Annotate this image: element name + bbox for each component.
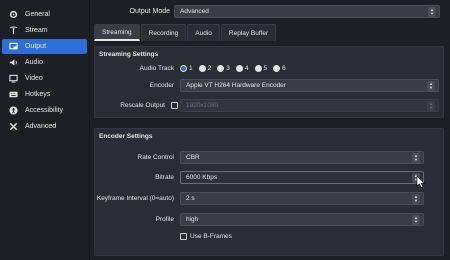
sidebar-item-label: General bbox=[25, 11, 50, 18]
output-mode-value: Advanced bbox=[180, 8, 209, 15]
select-arrows-icon: ▲ ▼ bbox=[427, 81, 435, 91]
sidebar-item-label: Advanced bbox=[25, 123, 57, 130]
b-frames-checkbox[interactable] bbox=[180, 233, 187, 240]
profile-value: high bbox=[186, 216, 199, 223]
encoder-row: Encoder Apple VT H264 Hardware Encoder ▲… bbox=[95, 79, 445, 92]
settings-sidebar: General Stream Output Audio Video Hotkey… bbox=[0, 0, 90, 260]
output-tabs: Streaming Recording Audio Replay Buffer bbox=[94, 24, 277, 41]
sidebar-item-label: Video bbox=[25, 75, 43, 82]
bitrate-value: 6000 Kbps bbox=[186, 174, 218, 181]
monitor-icon bbox=[8, 42, 19, 51]
profile-label: Profile bbox=[155, 216, 174, 223]
encoder-select[interactable]: Apple VT H264 Hardware Encoder ▲ ▼ bbox=[180, 79, 439, 92]
sidebar-item-general[interactable]: General bbox=[2, 7, 87, 22]
audio-track-radio-1[interactable]: 1 bbox=[180, 65, 193, 72]
output-settings-panel: Output Mode Advanced ▲ ▼ Streaming Record… bbox=[90, 0, 450, 260]
b-frames-row: Use B-Frames bbox=[95, 230, 445, 243]
tools-icon bbox=[8, 122, 19, 131]
audio-track-radio-6[interactable]: 6 bbox=[273, 65, 286, 72]
audio-track-radio-2[interactable]: 2 bbox=[198, 65, 211, 72]
encoder-settings-group: Encoder Settings Rate Control CBR ▲ ▼ Bit… bbox=[94, 128, 444, 256]
audio-track-radio-3[interactable]: 3 bbox=[217, 65, 230, 72]
antenna-icon bbox=[8, 26, 19, 35]
b-frames-option[interactable]: Use B-Frames bbox=[180, 233, 232, 240]
sidebar-item-audio[interactable]: Audio bbox=[2, 55, 87, 70]
output-mode-select[interactable]: Advanced ▲ ▼ bbox=[174, 5, 440, 18]
sidebar-item-stream[interactable]: Stream bbox=[2, 23, 87, 38]
tab-recording[interactable]: Recording bbox=[140, 24, 187, 41]
encoder-settings-title: Encoder Settings bbox=[99, 133, 153, 140]
sidebar-item-label: Stream bbox=[25, 27, 48, 34]
keyframe-interval-row: Keyframe Interval (0=auto) 2 s ▲ ▼ bbox=[95, 192, 445, 205]
keyframe-interval-spinbox[interactable]: 2 s ▲ ▼ bbox=[180, 192, 424, 205]
sidebar-item-accessibility[interactable]: Accessibility bbox=[2, 103, 87, 118]
bitrate-row: Bitrate 6000 Kbps ▲ ▼ bbox=[95, 171, 445, 184]
select-arrows-icon: ▲ ▼ bbox=[412, 215, 420, 225]
keyframe-interval-value: 2 s bbox=[186, 195, 195, 202]
sidebar-item-output[interactable]: Output bbox=[2, 39, 87, 54]
audio-track-radio-4[interactable]: 4 bbox=[235, 65, 249, 72]
rate-control-select[interactable]: CBR ▲ ▼ bbox=[180, 151, 424, 164]
tab-replay-buffer[interactable]: Replay Buffer bbox=[220, 24, 277, 41]
streaming-settings-title: Streaming Settings bbox=[99, 51, 159, 58]
profile-row: Profile high ▲ ▼ bbox=[95, 213, 445, 226]
display-icon bbox=[8, 74, 19, 83]
rate-control-label: Rate Control bbox=[137, 154, 175, 161]
sidebar-item-label: Hotkeys bbox=[25, 91, 51, 98]
accessibility-icon bbox=[8, 106, 19, 115]
rescale-resolution-value: 1920x1080 bbox=[186, 102, 219, 109]
tab-streaming[interactable]: Streaming bbox=[94, 24, 140, 41]
sidebar-item-label: Audio bbox=[25, 59, 43, 66]
tab-audio[interactable]: Audio bbox=[187, 24, 220, 41]
mouse-cursor-icon bbox=[416, 176, 426, 188]
bitrate-label: Bitrate bbox=[155, 174, 174, 181]
rescale-output-checkbox[interactable] bbox=[171, 102, 178, 109]
audio-track-radio-group: 1 2 3 4 5 6 bbox=[180, 65, 292, 72]
select-arrows-icon: ▲ ▼ bbox=[427, 101, 435, 111]
encoder-value: Apple VT H264 Hardware Encoder bbox=[186, 82, 286, 89]
rescale-output-label: Rescale Output bbox=[120, 102, 165, 109]
rate-control-value: CBR bbox=[186, 154, 200, 161]
rescale-resolution-select: 1920x1080 ▲ ▼ bbox=[180, 99, 439, 112]
output-mode-label: Output Mode bbox=[129, 8, 170, 15]
sidebar-item-label: Accessibility bbox=[25, 107, 64, 114]
sidebar-item-advanced[interactable]: Advanced bbox=[2, 119, 87, 134]
audio-track-radio-5[interactable]: 5 bbox=[254, 65, 267, 72]
rate-control-row: Rate Control CBR ▲ ▼ bbox=[95, 151, 445, 164]
output-mode-row: Output Mode Advanced ▲ ▼ bbox=[90, 5, 445, 18]
spinbox-arrows-icon[interactable]: ▲ ▼ bbox=[412, 194, 420, 204]
speaker-icon bbox=[8, 58, 19, 67]
b-frames-label: Use B-Frames bbox=[190, 233, 232, 240]
profile-select[interactable]: high ▲ ▼ bbox=[180, 213, 424, 226]
audio-track-row: Audio Track 1 2 3 4 5 6 bbox=[95, 62, 445, 75]
select-arrows-icon: ▲ ▼ bbox=[412, 153, 420, 163]
sidebar-item-hotkeys[interactable]: Hotkeys bbox=[2, 87, 87, 102]
keyboard-icon bbox=[8, 90, 19, 99]
sidebar-item-video[interactable]: Video bbox=[2, 71, 87, 86]
keyframe-interval-label: Keyframe Interval (0=auto) bbox=[96, 195, 174, 202]
encoder-label: Encoder bbox=[149, 82, 174, 89]
gear-icon bbox=[8, 10, 19, 19]
rescale-output-row: Rescale Output 1920x1080 ▲ ▼ bbox=[95, 99, 445, 112]
select-arrows-icon: ▲ ▼ bbox=[428, 7, 436, 17]
audio-track-label: Audio Track bbox=[139, 65, 174, 72]
sidebar-item-label: Output bbox=[25, 43, 47, 50]
bitrate-spinbox[interactable]: 6000 Kbps ▲ ▼ bbox=[180, 171, 424, 184]
streaming-settings-group: Streaming Settings Audio Track 1 2 3 4 5… bbox=[94, 46, 444, 118]
